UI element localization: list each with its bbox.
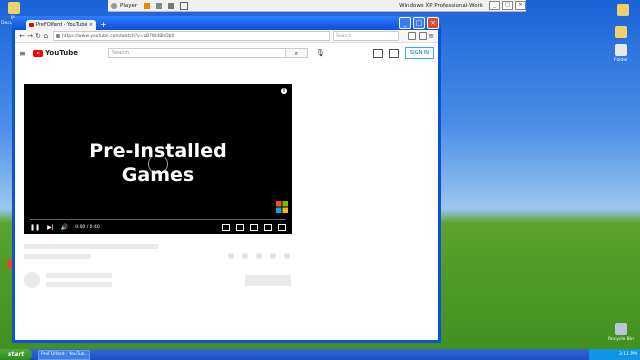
info-icon[interactable]: i	[281, 88, 287, 94]
subscribers-skeleton	[46, 282, 112, 287]
minimize-button[interactable]: _	[489, 1, 500, 10]
vm-title: Windows XP Professional-Work	[399, 2, 483, 9]
close-button[interactable]: ×	[515, 1, 526, 10]
address-bar[interactable]: https://www.youtube.com/watch?v=zB7Wd8bO…	[53, 31, 330, 41]
video-progress-bar[interactable]	[30, 219, 286, 220]
search-icon[interactable]: ⌕	[285, 48, 308, 58]
reload-icon[interactable]: ↻	[34, 32, 42, 40]
back-icon[interactable]: ←	[18, 32, 26, 40]
taskbar: start PreFOlferd - YouTub... 3:11 PM	[0, 349, 640, 360]
url-text: https://www.youtube.com/watch?v=zB7Wd8bO…	[62, 33, 175, 39]
pause-icon[interactable]	[144, 2, 151, 9]
taskbar-item-browser[interactable]: PreFOlferd - YouTub...	[38, 349, 90, 360]
loading-spinner-icon	[148, 154, 168, 174]
desktop-icon-folder-1[interactable]	[610, 4, 636, 18]
subtitles-icon[interactable]	[222, 223, 230, 231]
sign-in-label: SIGN IN	[409, 50, 429, 56]
youtube-logo-text: YouTube	[45, 49, 78, 57]
new-tab-button[interactable]: +	[100, 20, 107, 30]
start-label: start	[7, 351, 25, 358]
system-tray: 3:11 PM	[589, 349, 640, 360]
menu-icon[interactable]: ≡	[427, 32, 435, 40]
folder-icon	[615, 26, 627, 38]
home-icon[interactable]: ⌂	[42, 32, 50, 40]
desktop-icon-folder-3[interactable]: Folder	[608, 44, 634, 63]
maximize-button[interactable]: □	[502, 1, 513, 10]
recycle-bin-icon	[615, 323, 627, 335]
player-menu[interactable]: Player	[120, 3, 137, 9]
pause-icon[interactable]: ❚❚	[30, 224, 40, 231]
video-controls: ❚❚ ▶| 🔊 0:00 / 0:40	[30, 223, 286, 231]
vmware-icon	[111, 2, 117, 9]
gear-icon[interactable]	[236, 223, 244, 231]
browser-navbar: ← → ↻ ⌂ https://www.youtube.com/watch?v=…	[15, 30, 438, 43]
views-skeleton	[24, 254, 91, 259]
hamburger-menu-icon[interactable]: ≡	[19, 49, 27, 58]
action-skeleton	[242, 253, 248, 259]
tab-close-icon[interactable]: ×	[89, 22, 93, 28]
title-skeleton	[24, 244, 158, 249]
browser-search-input[interactable]: Search	[333, 31, 399, 41]
folder-icon	[8, 2, 20, 14]
fullscreen-icon[interactable]	[180, 1, 189, 10]
lock-icon	[56, 34, 60, 38]
youtube-search-input[interactable]: Search	[107, 48, 286, 58]
settings-icon[interactable]	[388, 48, 399, 58]
action-skeleton	[228, 253, 234, 259]
window-titlebar[interactable]: PreFOlferd - YouTube × + _ □ ×	[12, 16, 441, 30]
send-keys-icon[interactable]	[156, 2, 163, 9]
browser-search-placeholder: Search	[336, 33, 352, 39]
sign-in-button[interactable]: SIGN IN	[404, 47, 434, 59]
library-icon[interactable]	[408, 32, 416, 40]
miniplayer-icon[interactable]	[250, 223, 258, 231]
theater-mode-icon[interactable]	[264, 223, 272, 231]
volume-icon[interactable]: 🔊	[61, 224, 68, 231]
browser-tab[interactable]: PreFOlferd - YouTube ×	[26, 20, 96, 30]
windows-logo-icon	[276, 201, 288, 213]
action-skeleton	[270, 253, 276, 259]
desktop-icon-folder-2[interactable]	[608, 26, 634, 40]
tab-title: PreFOlferd - YouTube	[36, 22, 88, 28]
channel-name-skeleton	[46, 273, 112, 278]
browser-content: ← → ↻ ⌂ https://www.youtube.com/watch?v=…	[15, 30, 438, 340]
next-icon[interactable]: ▶|	[47, 224, 54, 231]
window-maximize-button[interactable]: □	[413, 17, 425, 29]
desktop-icon-label: Folder	[614, 58, 628, 63]
recycle-bin-label: Recycle Bin	[608, 337, 634, 342]
microphone-icon[interactable]: 🎙	[316, 49, 325, 57]
video-player[interactable]: i Pre-Installed Games ❚❚ ▶| 🔊 0:00 / 0:4…	[24, 84, 292, 234]
youtube-header: ≡ YouTube Search ⌕ 🎙 SIGN IN	[15, 43, 438, 63]
taskbar-item-label: PreFOlferd - YouTub...	[41, 352, 89, 357]
desktop-icon-recycle-bin[interactable]: Recycle Bin	[608, 323, 634, 342]
vmware-toolbar: Player Windows XP Professional-Work _ □ …	[108, 0, 526, 12]
window-minimize-button[interactable]: _	[399, 17, 411, 29]
clock: 3:11 PM	[618, 352, 637, 357]
youtube-search-placeholder: Search	[111, 50, 130, 56]
action-skeleton	[256, 253, 262, 259]
subscribe-skeleton	[245, 275, 291, 286]
video-time: 0:00 / 0:40	[75, 224, 100, 230]
action-skeleton	[284, 253, 290, 259]
fullscreen-icon[interactable]	[278, 223, 286, 231]
forward-icon[interactable]: →	[26, 32, 34, 40]
window-close-button[interactable]: ×	[427, 17, 439, 29]
channel-avatar-skeleton	[24, 272, 40, 288]
apps-icon[interactable]	[372, 48, 383, 58]
sidebar-icon[interactable]	[419, 32, 427, 40]
start-button[interactable]: start	[0, 349, 32, 360]
youtube-favicon-icon	[29, 23, 34, 27]
youtube-play-icon	[33, 49, 43, 57]
youtube-logo[interactable]: YouTube	[33, 49, 78, 57]
removable-devices-icon[interactable]	[168, 2, 175, 9]
folder-icon	[615, 44, 627, 56]
folder-icon	[617, 4, 629, 16]
browser-window: PreFOlferd - YouTube × + _ □ × ← → ↻ ⌂ h…	[12, 16, 441, 343]
